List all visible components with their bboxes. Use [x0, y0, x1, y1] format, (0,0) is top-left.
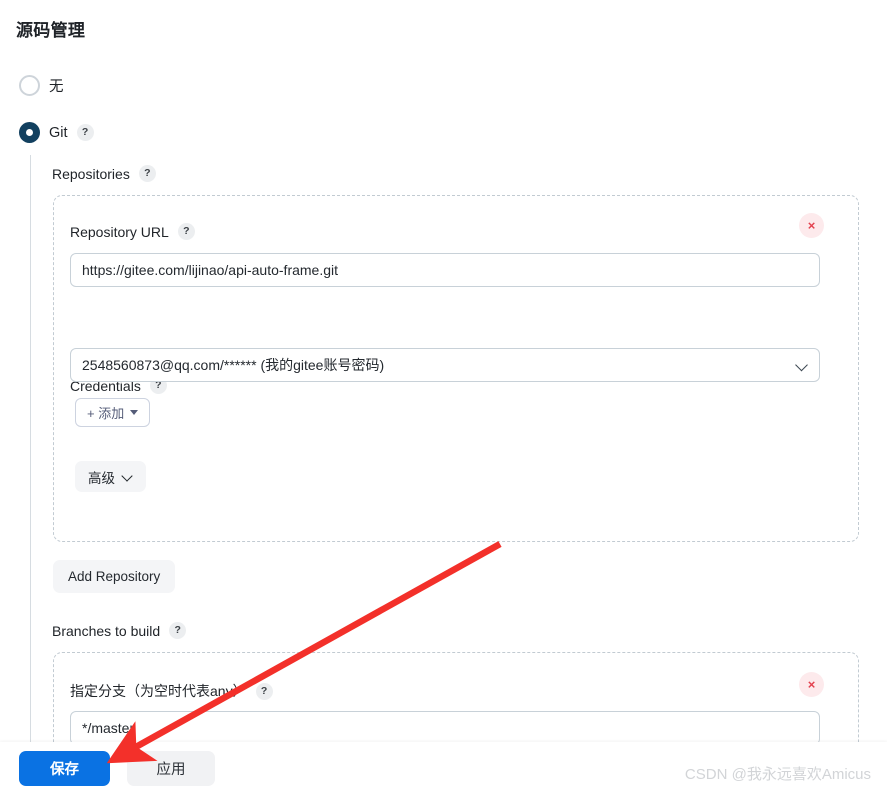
watermark-text: CSDN @我永远喜欢Amicus	[684, 766, 871, 783]
chevron-down-icon	[797, 360, 808, 371]
help-icon-repositories[interactable]: ?	[138, 165, 156, 182]
scm-config-page: 源码管理 无 Git ? Repositories ? × Repository	[0, 0, 887, 794]
credentials-selected-value: 2548560873@qq.com/****** (我的gitee账号密码)	[82, 357, 385, 373]
branches-to-build-label: Branches to build	[52, 622, 161, 639]
settings-content: 源码管理 无 Git ? Repositories ? × Repository	[0, 0, 887, 742]
branches-label-group: Branches to build ?	[52, 622, 187, 639]
help-icon-git[interactable]: ?	[76, 124, 94, 141]
radio-git-icon[interactable]	[19, 122, 40, 143]
repositories-label: Repositories	[52, 165, 130, 182]
radio-none-icon[interactable]	[19, 75, 40, 96]
advanced-button[interactable]: 高级	[75, 461, 146, 492]
repository-url-label-group: Repository URL ?	[70, 223, 195, 240]
page-title: 源码管理	[16, 21, 86, 40]
add-credential-button[interactable]: + 添加	[75, 398, 151, 427]
radio-option-git[interactable]: Git ?	[19, 122, 94, 143]
git-config-block: Repositories ? × Repository URL ? https:…	[30, 155, 860, 742]
close-icon: ×	[807, 218, 816, 233]
add-credential-label: + 添加	[87, 406, 125, 421]
branch-spec-label: 指定分支（为空时代表any）	[70, 683, 247, 699]
repository-url-label: Repository URL	[70, 223, 169, 240]
repositories-label-group: Repositories ?	[52, 165, 156, 182]
close-icon: ×	[807, 677, 816, 692]
branch-spec-input[interactable]: */master	[70, 711, 820, 742]
repository-url-input[interactable]: https://gitee.com/lijinao/api-auto-frame…	[70, 253, 820, 287]
advanced-label: 高级	[88, 470, 115, 486]
radio-option-none[interactable]: 无	[19, 75, 64, 96]
caret-down-icon	[130, 410, 139, 415]
add-repository-button[interactable]: Add Repository	[53, 560, 176, 593]
radio-none-label: 无	[49, 79, 64, 95]
delete-branch-button[interactable]: ×	[799, 672, 824, 697]
help-icon-branch-spec[interactable]: ?	[255, 682, 273, 700]
help-icon-repository-url[interactable]: ?	[177, 223, 195, 240]
branch-spec-label-group: 指定分支（为空时代表any） ?	[70, 681, 273, 701]
help-icon-branches[interactable]: ?	[169, 622, 187, 639]
delete-repository-button[interactable]: ×	[799, 213, 824, 238]
chevron-down-icon	[123, 472, 133, 482]
radio-git-label: Git	[49, 124, 68, 141]
credentials-select[interactable]: 2548560873@qq.com/****** (我的gitee账号密码)	[70, 348, 820, 382]
apply-button[interactable]: 应用	[127, 751, 215, 786]
add-repository-label: Add Repository	[68, 569, 161, 584]
save-button[interactable]: 保存	[19, 751, 110, 786]
